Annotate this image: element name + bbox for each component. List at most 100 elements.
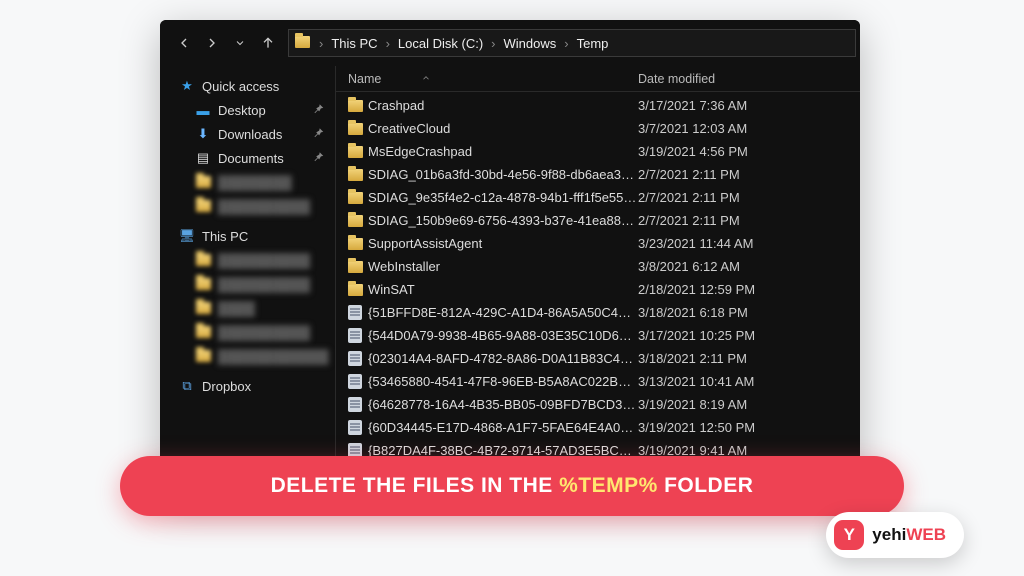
nav-forward-button[interactable] (198, 29, 226, 57)
banner-text-post: FOLDER (664, 474, 753, 498)
file-row[interactable]: {53465880-4541-47F8-96EB-B5A8AC022BA3} -… (336, 370, 860, 393)
banner-text-pre: DELETE THE FILES IN THE (271, 474, 553, 498)
column-header-name[interactable]: Name (348, 72, 381, 86)
dropbox-icon: ⧉ (178, 378, 196, 394)
chevron-right-icon: › (384, 36, 392, 51)
folder-icon (348, 238, 368, 250)
nav-recent-dropdown[interactable] (226, 29, 254, 57)
sidebar-item-blurred[interactable]: ██████████ (160, 320, 335, 344)
file-row[interactable]: SupportAssistAgent3/23/2021 11:44 AM (336, 232, 860, 255)
file-explorer-window: › This PC › Local Disk (C:) › Windows › … (160, 20, 860, 496)
breadcrumb-segment[interactable]: This PC (327, 36, 381, 51)
folder-icon (348, 192, 368, 204)
file-date: 3/19/2021 8:19 AM (638, 397, 860, 412)
file-row[interactable]: {60D34445-E17D-4868-A1F7-5FAE64E4A02F} -… (336, 416, 860, 439)
breadcrumb-segment[interactable]: Temp (573, 36, 613, 51)
file-date: 3/7/2021 12:03 AM (638, 121, 860, 136)
file-row[interactable]: SDIAG_01b6a3fd-30bd-4e56-9f88-db6aea3cc7… (336, 163, 860, 186)
file-name: WebInstaller (368, 259, 638, 274)
file-rows: Crashpad3/17/2021 7:36 AMCreativeCloud3/… (336, 92, 860, 496)
chevron-right-icon: › (489, 36, 497, 51)
pin-icon (311, 102, 325, 116)
folder-icon (348, 169, 368, 181)
file-date: 3/19/2021 4:56 PM (638, 144, 860, 159)
file-icon (348, 328, 368, 343)
sidebar-item-blurred[interactable]: ████████████ (160, 344, 335, 368)
navigation-pane: ★ Quick access ▬ Desktop ⬇ Downloads ▤ D… (160, 66, 336, 496)
sidebar-item-desktop[interactable]: ▬ Desktop (160, 98, 335, 122)
nav-up-button[interactable] (254, 29, 282, 57)
file-icon (348, 397, 368, 412)
file-date: 2/18/2021 12:59 PM (638, 282, 860, 297)
documents-icon: ▤ (194, 150, 212, 166)
file-name: SDIAG_150b9e69-6756-4393-b37e-41ea889f9.… (368, 213, 638, 228)
file-date: 3/18/2021 6:18 PM (638, 305, 860, 320)
file-list-pane: Name Date modified Crashpad3/17/2021 7:3… (336, 66, 860, 496)
file-icon (348, 351, 368, 366)
instruction-banner: DELETE THE FILES IN THE %TEMP% FOLDER (120, 456, 904, 516)
logo-text-1: yehi (872, 525, 906, 544)
file-name: SDIAG_9e35f4e2-c12a-4878-94b1-fff1f5e55e… (368, 190, 638, 205)
pin-icon (311, 126, 325, 140)
sidebar-item-downloads[interactable]: ⬇ Downloads (160, 122, 335, 146)
sidebar-item-label: Desktop (218, 103, 266, 118)
file-row[interactable]: {023014A4-8AFD-4782-8A86-D0A11B83C43F} .… (336, 347, 860, 370)
folder-icon (348, 146, 368, 158)
file-row[interactable]: WinSAT2/18/2021 12:59 PM (336, 278, 860, 301)
sidebar-item-label: This PC (202, 229, 248, 244)
nav-back-button[interactable] (170, 29, 198, 57)
sidebar-item-documents[interactable]: ▤ Documents (160, 146, 335, 170)
sidebar-dropbox[interactable]: ⧉ Dropbox (160, 374, 335, 398)
file-name: {64628778-16A4-4B35-BB05-09BFD7BCD3B7} -… (368, 397, 638, 412)
file-row[interactable]: MsEdgeCrashpad3/19/2021 4:56 PM (336, 140, 860, 163)
breadcrumb-segment[interactable]: Local Disk (C:) (394, 36, 487, 51)
sidebar-item-blurred[interactable]: ██████████ (160, 272, 335, 296)
file-row[interactable]: Crashpad3/17/2021 7:36 AM (336, 94, 860, 117)
folder-icon (348, 100, 368, 112)
breadcrumb-bar[interactable]: › This PC › Local Disk (C:) › Windows › … (288, 29, 856, 57)
file-name: {544D0A79-9938-4B65-9A88-03E35C10D67E} .… (368, 328, 638, 343)
sidebar-quick-access[interactable]: ★ Quick access (160, 74, 335, 98)
file-date: 3/8/2021 6:12 AM (638, 259, 860, 274)
file-date: 2/7/2021 2:11 PM (638, 190, 860, 205)
file-row[interactable]: CreativeCloud3/7/2021 12:03 AM (336, 117, 860, 140)
sort-indicator-icon (421, 72, 431, 86)
sidebar-item-label: Dropbox (202, 379, 251, 394)
file-name: {60D34445-E17D-4868-A1F7-5FAE64E4A02F} -… (368, 420, 638, 435)
desktop-icon: ▬ (194, 103, 212, 118)
folder-icon (348, 284, 368, 296)
folder-icon (348, 123, 368, 135)
breadcrumb-segment[interactable]: Windows (500, 36, 561, 51)
logo-badge-icon: Y (834, 520, 864, 550)
file-row[interactable]: {64628778-16A4-4B35-BB05-09BFD7BCD3B7} -… (336, 393, 860, 416)
file-icon (348, 305, 368, 320)
file-date: 2/7/2021 2:11 PM (638, 213, 860, 228)
sidebar-item-blurred[interactable]: ██████████ (160, 248, 335, 272)
file-name: WinSAT (368, 282, 638, 297)
logo-text-2: WEB (906, 525, 946, 544)
this-pc-icon: 🖥 (178, 228, 196, 244)
file-name: Crashpad (368, 98, 638, 113)
file-row[interactable]: SDIAG_150b9e69-6756-4393-b37e-41ea889f9.… (336, 209, 860, 232)
column-headers: Name Date modified (336, 66, 860, 92)
file-row[interactable]: SDIAG_9e35f4e2-c12a-4878-94b1-fff1f5e55e… (336, 186, 860, 209)
file-row[interactable]: {51BFFD8E-812A-429C-A1D4-86A5A50C471A} .… (336, 301, 860, 324)
sidebar-item-blurred[interactable]: ████████ (160, 170, 335, 194)
file-date: 3/18/2021 2:11 PM (638, 351, 860, 366)
sidebar-this-pc[interactable]: 🖥 This PC (160, 224, 335, 248)
file-row[interactable]: {544D0A79-9938-4B65-9A88-03E35C10D67E} .… (336, 324, 860, 347)
sidebar-item-label: Documents (218, 151, 284, 166)
sidebar-item-blurred[interactable]: ████ (160, 296, 335, 320)
file-name: MsEdgeCrashpad (368, 144, 638, 159)
file-name: {51BFFD8E-812A-429C-A1D4-86A5A50C471A} .… (368, 305, 638, 320)
address-bar-row: › This PC › Local Disk (C:) › Windows › … (160, 20, 860, 66)
column-header-date[interactable]: Date modified (638, 72, 715, 86)
banner-text-highlight: %TEMP% (559, 474, 658, 498)
sidebar-item-label: Quick access (202, 79, 279, 94)
file-icon (348, 420, 368, 435)
file-date: 3/17/2021 7:36 AM (638, 98, 860, 113)
sidebar-item-blurred[interactable]: ██████████ (160, 194, 335, 218)
file-date: 3/23/2021 11:44 AM (638, 236, 860, 251)
file-row[interactable]: WebInstaller3/8/2021 6:12 AM (336, 255, 860, 278)
file-name: CreativeCloud (368, 121, 638, 136)
